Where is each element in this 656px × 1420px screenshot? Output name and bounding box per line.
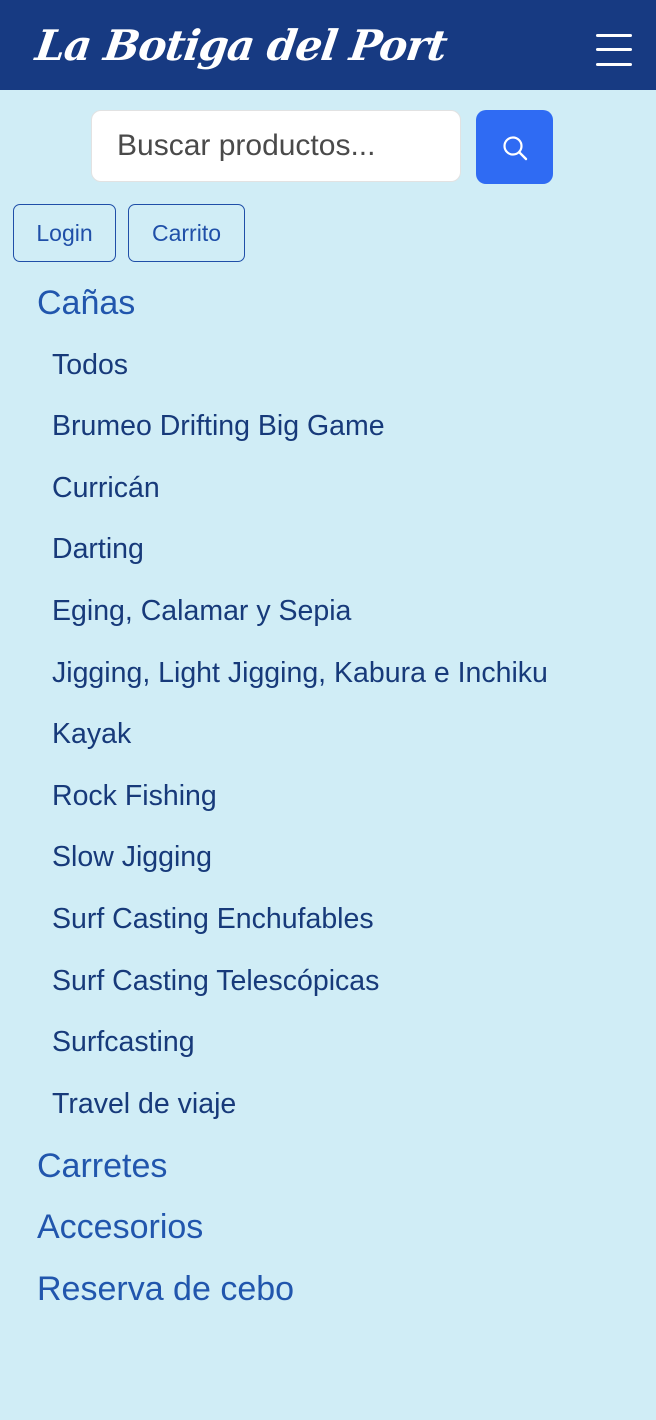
- category-carretes[interactable]: Carretes: [37, 1146, 167, 1186]
- hamburger-menu-icon[interactable]: [596, 32, 632, 68]
- subcategory-item[interactable]: Eging, Calamar y Sepia: [52, 593, 351, 629]
- subcategory-item[interactable]: Todos: [52, 347, 128, 383]
- subcategory-item[interactable]: Surfcasting: [52, 1024, 195, 1060]
- category-reserva-de-cebo[interactable]: Reserva de cebo: [37, 1269, 294, 1309]
- subcategory-item[interactable]: Surf Casting Telescópicas: [52, 963, 379, 999]
- subcategory-item[interactable]: Brumeo Drifting Big Game: [52, 408, 385, 444]
- login-button[interactable]: Login: [13, 204, 116, 262]
- subcategory-item[interactable]: Curricán: [52, 470, 160, 506]
- subcategory-item[interactable]: Jigging, Light Jigging, Kabura e Inchiku: [52, 655, 548, 691]
- hamburger-line: [596, 34, 632, 37]
- search-input[interactable]: [91, 110, 461, 182]
- category-canas[interactable]: Cañas: [37, 283, 135, 323]
- hamburger-line: [596, 63, 632, 66]
- search-button[interactable]: [476, 110, 553, 184]
- brand-logo[interactable]: La Botiga del Port: [32, 16, 451, 76]
- subcategory-item[interactable]: Kayak: [52, 716, 131, 752]
- subcategory-item[interactable]: Slow Jigging: [52, 839, 212, 875]
- category-accesorios[interactable]: Accesorios: [37, 1207, 203, 1247]
- hamburger-line: [596, 48, 632, 51]
- subcategory-item[interactable]: Darting: [52, 531, 144, 567]
- top-navbar: La Botiga del Port: [0, 0, 656, 90]
- search-icon: [503, 136, 528, 161]
- cart-button[interactable]: Carrito: [128, 204, 245, 262]
- subcategory-item[interactable]: Surf Casting Enchufables: [52, 901, 374, 937]
- subcategory-item[interactable]: Travel de viaje: [52, 1086, 236, 1122]
- subcategory-item[interactable]: Rock Fishing: [52, 778, 217, 814]
